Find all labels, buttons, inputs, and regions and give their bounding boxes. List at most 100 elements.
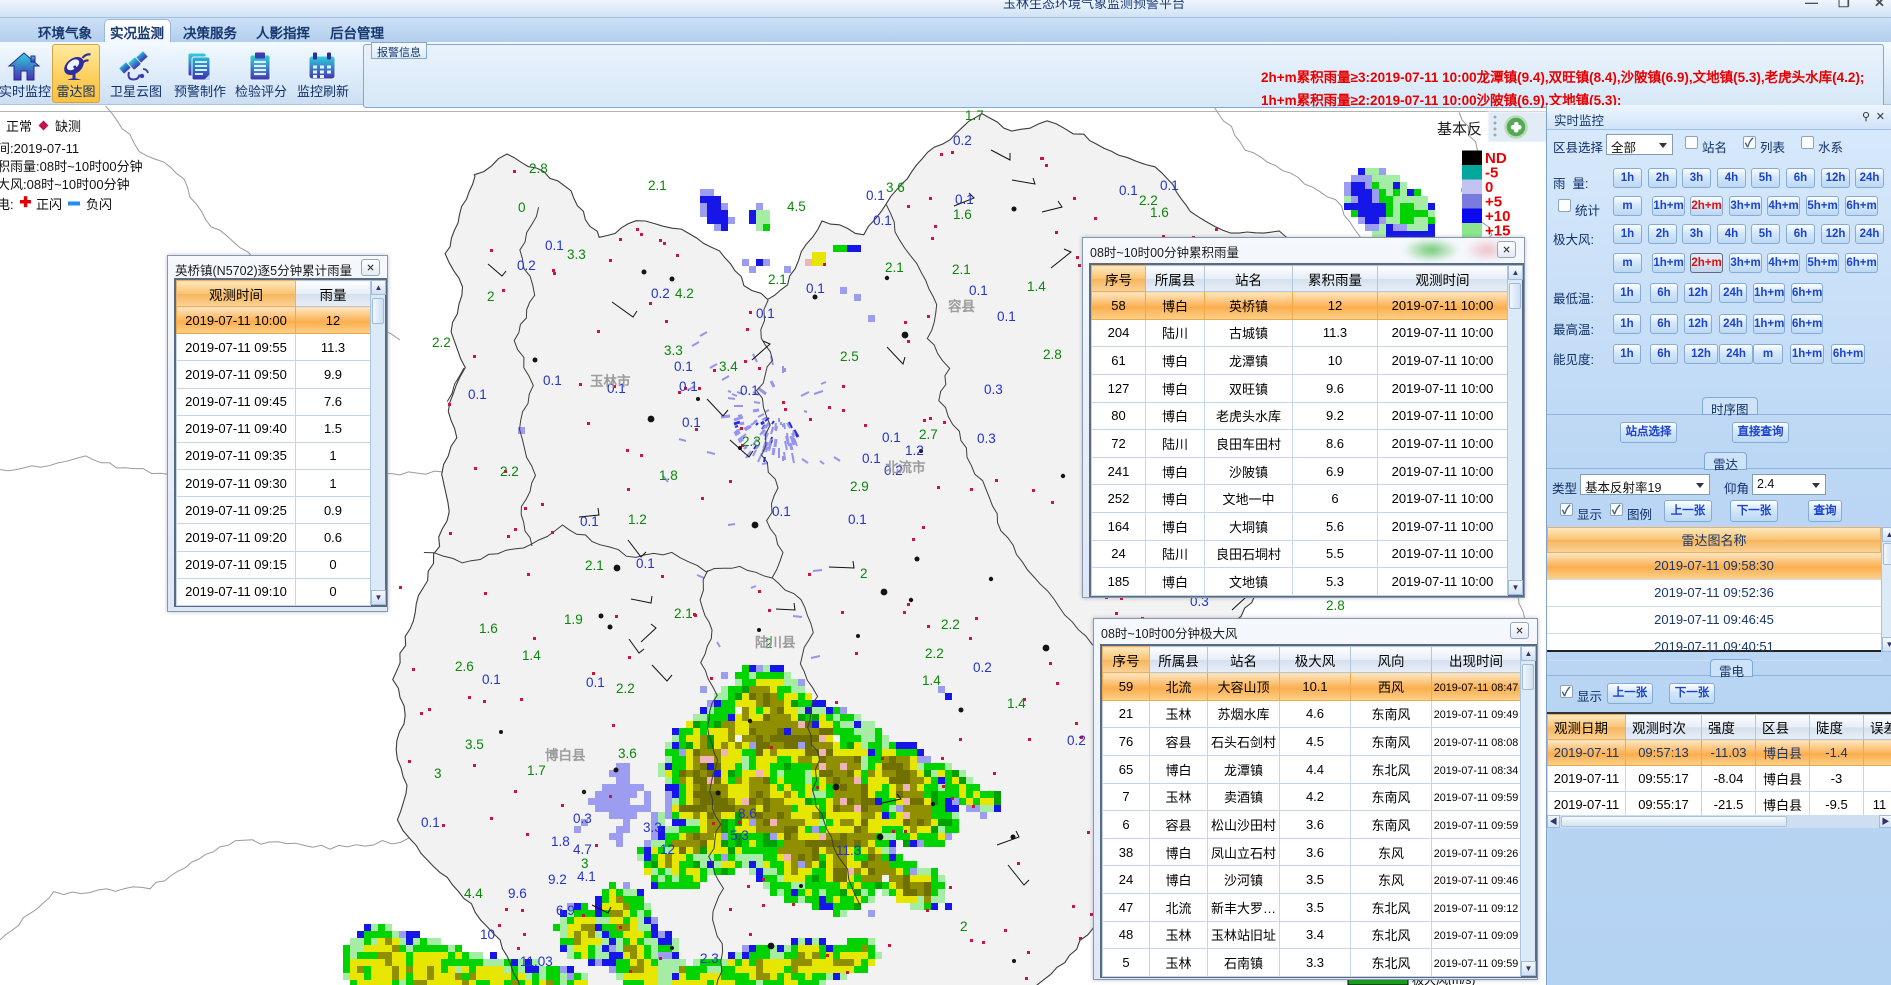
svg-text:0.1: 0.1: [543, 373, 562, 388]
svg-text:0.1: 0.1: [421, 815, 440, 830]
svg-text:0.1: 0.1: [545, 238, 564, 253]
svg-text:1.4: 1.4: [922, 673, 941, 688]
svg-text:2.2: 2.2: [500, 464, 519, 479]
svg-text:0.1: 0.1: [862, 451, 881, 466]
svg-text:1.8: 1.8: [659, 468, 678, 483]
svg-text:1.4: 1.4: [1027, 279, 1046, 294]
svg-text:2.1: 2.1: [674, 606, 693, 621]
svg-text:电:: 电:: [0, 197, 14, 212]
svg-text:0.2: 0.2: [1067, 733, 1086, 748]
svg-text:12: 12: [660, 842, 675, 857]
svg-text:0.2: 0.2: [953, 133, 972, 148]
svg-text:0.1: 0.1: [756, 306, 775, 321]
svg-text:1.7: 1.7: [527, 763, 546, 778]
svg-text:2.1: 2.1: [648, 178, 667, 193]
svg-text:1.6: 1.6: [953, 207, 972, 222]
svg-text:2.1: 2.1: [885, 260, 904, 275]
svg-text:2: 2: [860, 566, 868, 581]
svg-text:0.1: 0.1: [873, 213, 892, 228]
svg-text:0.1: 0.1: [636, 556, 655, 571]
svg-text:3.5: 3.5: [465, 737, 484, 752]
svg-text:0.1: 0.1: [586, 675, 605, 690]
svg-text:0.1: 0.1: [1119, 183, 1138, 198]
svg-text:3: 3: [434, 766, 442, 781]
svg-text:1.8: 1.8: [551, 834, 570, 849]
svg-text:4.7: 4.7: [573, 842, 592, 857]
svg-text:间:2019-07-11: 间:2019-07-11: [0, 141, 79, 156]
svg-text:0.1: 0.1: [848, 512, 867, 527]
svg-text:3.3: 3.3: [664, 343, 683, 358]
svg-text:2.8: 2.8: [529, 161, 548, 176]
svg-text:1.6: 1.6: [479, 621, 498, 636]
svg-text:大风:08时~10时00分钟: 大风:08时~10时00分钟: [0, 177, 130, 192]
svg-text:0.3: 0.3: [984, 382, 1003, 397]
svg-text:2.1: 2.1: [952, 262, 971, 277]
svg-text:4.2: 4.2: [675, 286, 694, 301]
svg-text:2.8: 2.8: [1043, 347, 1062, 362]
svg-text:0.1: 0.1: [955, 192, 974, 207]
svg-text:0.2: 0.2: [973, 660, 992, 675]
svg-text:6.9: 6.9: [556, 903, 575, 918]
svg-text:2.2: 2.2: [616, 681, 635, 696]
svg-text:玉林市: 玉林市: [590, 373, 631, 389]
svg-text:5.3: 5.3: [730, 828, 749, 843]
svg-text:缺测: 缺测: [55, 119, 81, 134]
svg-text:陆川县: 陆川县: [755, 635, 796, 650]
svg-text:容县: 容县: [947, 298, 976, 314]
svg-text:1.4: 1.4: [522, 648, 541, 663]
svg-text:2.5: 2.5: [840, 349, 859, 364]
svg-text:0.2: 0.2: [517, 258, 536, 273]
svg-text:2.3: 2.3: [700, 951, 719, 966]
svg-text:正闪: 正闪: [36, 197, 62, 212]
svg-text:1.2: 1.2: [905, 443, 924, 458]
svg-text:9.6: 9.6: [508, 886, 527, 901]
svg-text:2.6: 2.6: [455, 659, 474, 674]
svg-text:0.3: 0.3: [573, 811, 592, 826]
svg-text:2.9: 2.9: [850, 479, 869, 494]
svg-text:4.4: 4.4: [464, 886, 483, 901]
svg-text:0.1: 0.1: [740, 383, 759, 398]
svg-text:3.6: 3.6: [618, 746, 637, 761]
svg-text:11.3: 11.3: [836, 843, 861, 858]
svg-text:3.3: 3.3: [567, 247, 586, 262]
svg-text:9.2: 9.2: [548, 872, 567, 887]
svg-text:2.2: 2.2: [941, 617, 960, 632]
svg-text:3.3: 3.3: [643, 820, 662, 835]
svg-text:0.1: 0.1: [772, 504, 791, 519]
svg-text:1.7: 1.7: [965, 108, 984, 123]
svg-text:10: 10: [480, 927, 495, 942]
svg-text:0.1: 0.1: [969, 283, 988, 298]
svg-text:2: 2: [960, 919, 968, 934]
svg-text:3.4: 3.4: [719, 359, 738, 374]
svg-text:0.2: 0.2: [651, 286, 670, 301]
svg-text:11.03: 11.03: [520, 954, 553, 969]
svg-text:8.6: 8.6: [738, 806, 757, 821]
svg-text:2.8: 2.8: [1326, 598, 1345, 613]
svg-text:0.1: 0.1: [468, 387, 487, 402]
svg-text:2.2: 2.2: [1139, 193, 1158, 208]
svg-text:北流市: 北流市: [885, 459, 926, 475]
svg-text:0.1: 0.1: [580, 514, 599, 529]
svg-text:1.9: 1.9: [564, 612, 583, 627]
svg-text:0.1: 0.1: [674, 359, 693, 374]
svg-text:基本反: 基本反: [1437, 121, 1482, 138]
svg-text:2.2: 2.2: [925, 646, 944, 661]
svg-text:博白县: 博白县: [545, 747, 586, 763]
svg-text:2.1: 2.1: [768, 272, 787, 287]
svg-text:积雨量:08时~10时00分钟: 积雨量:08时~10时00分钟: [0, 159, 143, 174]
svg-text:3.6: 3.6: [886, 180, 905, 195]
svg-text:2.1: 2.1: [585, 558, 604, 573]
svg-text:2: 2: [487, 289, 495, 304]
svg-text:2.3: 2.3: [742, 434, 761, 449]
svg-text:0.3: 0.3: [977, 431, 996, 446]
svg-text:正常: 正常: [6, 119, 32, 134]
svg-text:0.1: 0.1: [866, 188, 885, 203]
svg-text:0: 0: [518, 200, 526, 215]
svg-text:4.5: 4.5: [787, 199, 806, 214]
svg-text:4.1: 4.1: [577, 869, 596, 884]
svg-text:0.1: 0.1: [1160, 178, 1179, 193]
svg-text:2.2: 2.2: [432, 335, 451, 350]
svg-text:0.1: 0.1: [482, 672, 501, 687]
svg-text:0.1: 0.1: [806, 281, 825, 296]
svg-text:0.1: 0.1: [882, 430, 901, 445]
